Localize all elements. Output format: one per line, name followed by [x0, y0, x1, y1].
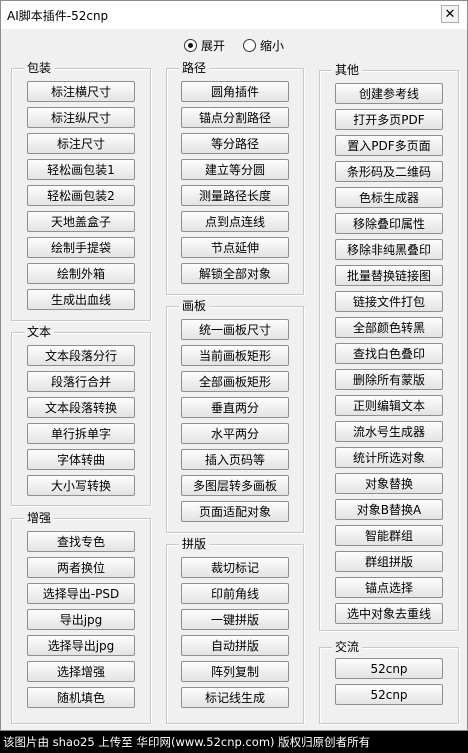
text-button-0[interactable]: 文本段落分行 — [27, 345, 135, 366]
imposition-button-1[interactable]: 印前角线 — [181, 583, 289, 604]
other-button-10[interactable]: 查找白色叠印 — [335, 343, 443, 364]
other-button-20[interactable]: 选中对象去重线 — [335, 603, 443, 624]
artboard-button-6[interactable]: 多图层转多画板 — [181, 475, 289, 496]
group-label-imposition: 拼版 — [179, 537, 210, 551]
radio-selected-icon — [183, 39, 197, 52]
enhance-button-2[interactable]: 选择导出-PSD — [27, 583, 135, 604]
artboard-button-2[interactable]: 全部画板矩形 — [181, 371, 289, 392]
package-button-4[interactable]: 轻松画包装2 — [27, 185, 135, 206]
other-button-19[interactable]: 锚点选择 — [335, 577, 443, 598]
package-button-6[interactable]: 绘制手提袋 — [27, 237, 135, 258]
exchange-button-1[interactable]: 52cnp — [335, 684, 443, 705]
enhance-button-0[interactable]: 查找专色 — [27, 531, 135, 552]
other-button-13[interactable]: 流水号生成器 — [335, 421, 443, 442]
enhance-button-6[interactable]: 随机填色 — [27, 687, 135, 708]
watermark-footer: 该图片由 shao25 上传至 华印网(www.52cnp.com) 版权归原创… — [0, 731, 468, 753]
path-button-0[interactable]: 圆角插件 — [181, 81, 289, 102]
imposition-button-0[interactable]: 裁切标记 — [181, 557, 289, 578]
package-button-0[interactable]: 标注横尺寸 — [27, 81, 135, 102]
text-button-4[interactable]: 字体转曲 — [27, 449, 135, 470]
expand-label: 展开 — [200, 39, 225, 53]
group-label-text: 文本 — [24, 325, 55, 339]
other-button-17[interactable]: 智能群组 — [335, 525, 443, 546]
package-button-2[interactable]: 标注尺寸 — [27, 133, 135, 154]
group-label-path: 路径 — [179, 61, 210, 75]
path-button-7[interactable]: 解锁全部对象 — [181, 263, 289, 284]
imposition-button-3[interactable]: 自动拼版 — [181, 635, 289, 656]
exchange-button-0[interactable]: 52cnp — [335, 658, 443, 679]
other-button-16[interactable]: 对象B替换A — [335, 499, 443, 520]
close-button[interactable]: ✕ — [441, 5, 459, 23]
other-button-8[interactable]: 链接文件打包 — [335, 291, 443, 312]
footer-text: 该图片由 shao25 上传至 华印网(www.52cnp.com) 版权归原创… — [3, 735, 371, 749]
other-button-6[interactable]: 移除非纯黑叠印 — [335, 239, 443, 260]
other-button-1[interactable]: 打开多页PDF — [335, 109, 443, 130]
package-button-7[interactable]: 绘制外箱 — [27, 263, 135, 284]
other-button-12[interactable]: 正则编辑文本 — [335, 395, 443, 416]
text-button-2[interactable]: 文本段落转换 — [27, 397, 135, 418]
text-button-5[interactable]: 大小写转换 — [27, 475, 135, 496]
path-button-5[interactable]: 点到点连线 — [181, 211, 289, 232]
group-path: 路径 — [166, 61, 304, 295]
plugin-window: AI脚本插件-52cnp ✕ 展开 缩小 包装标注横尺寸标注纵尺寸标注尺寸轻松画… — [0, 0, 468, 731]
path-button-6[interactable]: 节点延伸 — [181, 237, 289, 258]
artboard-button-3[interactable]: 垂直两分 — [181, 397, 289, 418]
path-button-1[interactable]: 锚点分割路径 — [181, 107, 289, 128]
enhance-button-5[interactable]: 选择增强 — [27, 661, 135, 682]
group-artboard: 画板 — [166, 299, 304, 533]
text-button-1[interactable]: 段落行合并 — [27, 371, 135, 392]
title-bar[interactable]: AI脚本插件-52cnp ✕ — [1, 1, 467, 29]
package-button-5[interactable]: 天地盖盒子 — [27, 211, 135, 232]
imposition-button-4[interactable]: 阵列复制 — [181, 661, 289, 682]
other-button-11[interactable]: 删除所有蒙版 — [335, 369, 443, 390]
other-button-4[interactable]: 色标生成器 — [335, 187, 443, 208]
artboard-button-1[interactable]: 当前画板矩形 — [181, 345, 289, 366]
radio-empty-icon — [243, 39, 256, 52]
artboard-button-7[interactable]: 页面适配对象 — [181, 501, 289, 522]
path-button-4[interactable]: 测量路径长度 — [181, 185, 289, 206]
enhance-button-4[interactable]: 选择导出jpg — [27, 635, 135, 656]
group-label-other: 其他 — [332, 63, 363, 77]
close-icon: ✕ — [444, 6, 456, 22]
group-label-package: 包装 — [24, 61, 55, 75]
other-button-0[interactable]: 创建参考线 — [335, 83, 443, 104]
other-button-2[interactable]: 置入PDF多页面 — [335, 135, 443, 156]
imposition-button-2[interactable]: 一键拼版 — [181, 609, 289, 630]
window-title: AI脚本插件-52cnp — [7, 8, 109, 23]
group-label-exchange: 交流 — [332, 640, 363, 654]
path-button-3[interactable]: 建立等分圆 — [181, 159, 289, 180]
artboard-button-4[interactable]: 水平两分 — [181, 423, 289, 444]
other-button-3[interactable]: 条形码及二维码 — [335, 161, 443, 182]
text-button-3[interactable]: 单行拆单字 — [27, 423, 135, 444]
other-button-15[interactable]: 对象替换 — [335, 473, 443, 494]
mode-switch: 展开 缩小 — [1, 37, 467, 54]
other-button-7[interactable]: 批量替换链接图 — [335, 265, 443, 286]
other-button-9[interactable]: 全部颜色转黑 — [335, 317, 443, 338]
package-button-8[interactable]: 生成出血线 — [27, 289, 135, 310]
group-label-enhance: 增强 — [24, 511, 55, 525]
expand-radio[interactable]: 展开 — [183, 37, 225, 54]
package-button-3[interactable]: 轻松画包装1 — [27, 159, 135, 180]
other-button-14[interactable]: 统计所选对象 — [335, 447, 443, 468]
enhance-button-3[interactable]: 导出jpg — [27, 609, 135, 630]
group-label-artboard: 画板 — [179, 299, 210, 313]
enhance-button-1[interactable]: 两者换位 — [27, 557, 135, 578]
collapse-label: 缩小 — [260, 39, 285, 53]
artboard-button-0[interactable]: 统一画板尺寸 — [181, 319, 289, 340]
imposition-button-5[interactable]: 标记线生成 — [181, 687, 289, 708]
other-button-5[interactable]: 移除叠印属性 — [335, 213, 443, 234]
artboard-button-5[interactable]: 插入页码等 — [181, 449, 289, 470]
path-button-2[interactable]: 等分路径 — [181, 133, 289, 154]
package-button-1[interactable]: 标注纵尺寸 — [27, 107, 135, 128]
collapse-radio[interactable]: 缩小 — [243, 37, 284, 54]
other-button-18[interactable]: 群组拼版 — [335, 551, 443, 572]
